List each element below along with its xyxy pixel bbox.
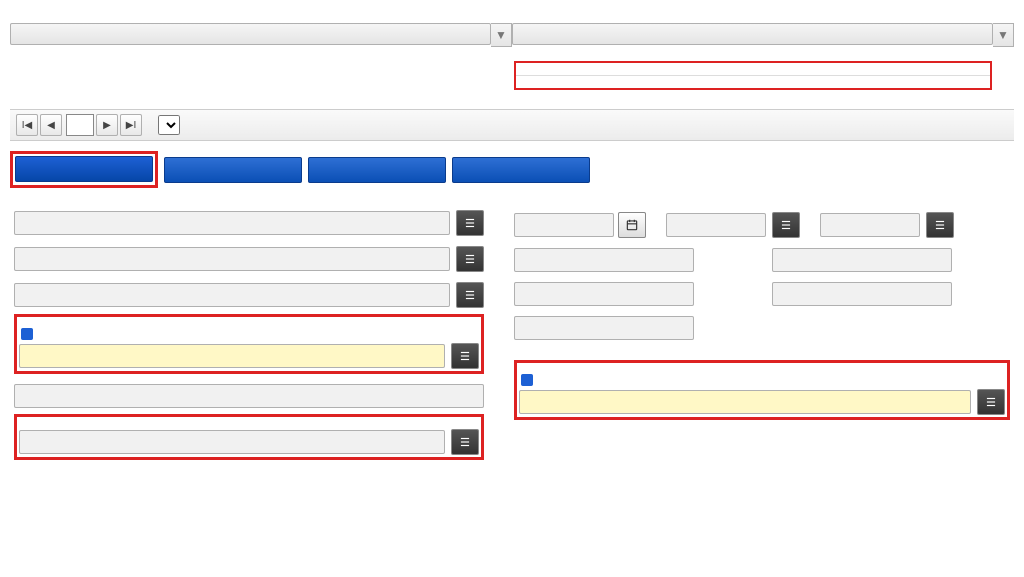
castka-eur-input[interactable] [772, 248, 952, 272]
pager-last-icon[interactable]: ▶I [120, 114, 142, 136]
oblast-picker-icon[interactable] [772, 212, 800, 238]
oblast-input[interactable] [666, 213, 766, 237]
pager-first-icon[interactable]: I◀ [16, 114, 38, 136]
rezim-dropdown [514, 61, 992, 90]
pager: I◀ ◀ ▶ ▶I [10, 109, 1014, 141]
forma-filter-funnel-icon[interactable]: ▼ [491, 23, 512, 47]
zruseni-input[interactable] [14, 283, 450, 307]
castka-kc-input[interactable] [514, 248, 694, 272]
pager-page-input[interactable] [66, 114, 94, 136]
perpage-select[interactable] [158, 115, 180, 135]
notifikace-input[interactable] [14, 384, 484, 408]
label-rezim [21, 329, 479, 341]
rezim-filter-input[interactable] [512, 23, 993, 45]
castka-unie-input[interactable] [514, 282, 694, 306]
castka-ostatni-input[interactable] [514, 316, 694, 340]
new-record-button[interactable] [15, 156, 153, 182]
pravni-akt-input[interactable] [14, 247, 450, 271]
dropdown-item-selected[interactable] [516, 63, 990, 76]
castka-sr-input[interactable] [772, 282, 952, 306]
kategorie-gber-input[interactable] [519, 390, 971, 414]
pager-prev-icon[interactable]: ◀ [40, 114, 62, 136]
zruseni-picker-icon[interactable] [456, 282, 484, 308]
podkategorie-input[interactable] [19, 430, 445, 454]
rezim-filter-funnel-icon[interactable]: ▼ [993, 23, 1014, 47]
header-forma-label [10, 15, 512, 23]
datum-input[interactable] [514, 213, 614, 237]
header-rezim-label [512, 15, 1014, 23]
mena-input[interactable] [820, 213, 920, 237]
mena-picker-icon[interactable] [926, 212, 954, 238]
podkategorie-picker-icon[interactable] [451, 429, 479, 455]
label-kategorie-gber [521, 375, 1005, 387]
forma-filter-input[interactable] [10, 23, 491, 45]
pravni-akt-picker-icon[interactable] [456, 246, 484, 272]
rezim-picker-icon[interactable] [451, 343, 479, 369]
kategorie-gber-picker-icon[interactable] [977, 389, 1005, 415]
calendar-icon[interactable] [618, 212, 646, 238]
delete-record-button[interactable] [164, 157, 302, 183]
cancel-button[interactable] [452, 157, 590, 183]
forma-podpory-input[interactable] [14, 211, 450, 235]
pager-next-icon[interactable]: ▶ [96, 114, 118, 136]
save-button[interactable] [308, 157, 446, 183]
rezim-input[interactable] [19, 344, 445, 368]
dropdown-item[interactable] [516, 76, 990, 88]
forma-podpory-picker-icon[interactable] [456, 210, 484, 236]
